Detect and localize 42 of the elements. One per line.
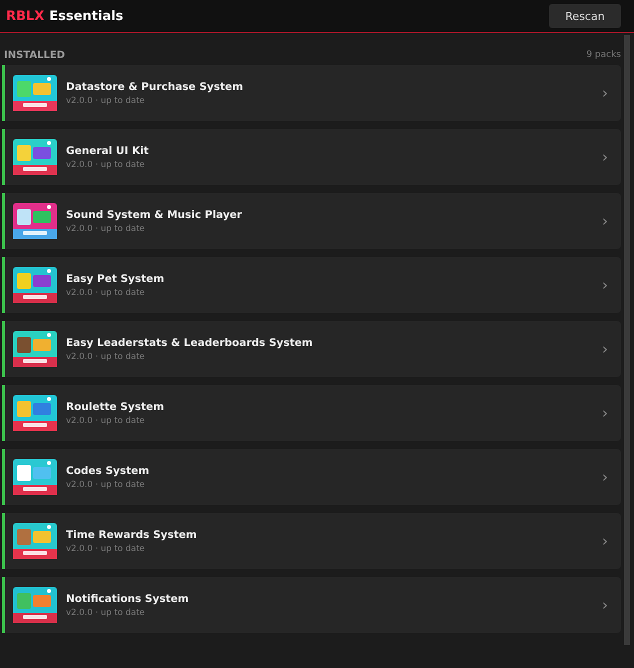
brand-logo: RBLX [6, 8, 44, 24]
pack-item[interactable]: Notifications System v2.0.0 · up to date › [2, 577, 621, 633]
pack-item[interactable]: Easy Leaderstats & Leaderboards System v2.0.0 · up to date › [2, 321, 621, 377]
chevron-icon: › [602, 212, 608, 230]
app-title: Essentials [49, 8, 124, 24]
chevron-icon: › [602, 468, 608, 486]
chevron-icon: › [602, 340, 608, 358]
pack-name: Sound System & Music Player [66, 208, 243, 220]
chevron-icon: › [602, 404, 608, 422]
pack-name: Codes System [66, 464, 150, 476]
pack-item[interactable]: Datastore & Purchase System v2.0.0 · up to date › [2, 65, 621, 121]
scrollbar[interactable] [624, 35, 630, 645]
pack-status: v2.0.0 · up to date [66, 480, 146, 490]
pack-name: Time Rewards System [66, 528, 198, 540]
pack-status: v2.0.0 · up to date [66, 160, 146, 170]
pack-name: Easy Leaderstats & Leaderboards System [66, 336, 314, 348]
pack-name: Roulette System [66, 400, 166, 412]
pack-status: v2.0.0 · up to date [66, 608, 146, 618]
pack-item[interactable]: Codes System v2.0.0 · up to date › [2, 449, 621, 505]
chevron-icon: › [602, 148, 608, 166]
pack-status: v2.0.0 · up to date [66, 96, 146, 106]
pack-name: Datastore & Purchase System [66, 80, 244, 92]
pack-count: 9 packs [586, 50, 621, 61]
chevron-icon: › [602, 84, 608, 102]
pack-item[interactable]: Time Rewards System v2.0.0 · up to date › [2, 513, 621, 569]
chevron-icon: › [602, 532, 608, 550]
section-title: INSTALLED [4, 50, 65, 61]
pack-status: v2.0.0 · up to date [66, 224, 146, 234]
chevron-icon: › [602, 596, 608, 614]
rescan-button[interactable]: Rescan [549, 4, 621, 28]
pack-status: v2.0.0 · up to date [66, 352, 146, 362]
pack-item[interactable]: Easy Pet System v2.0.0 · up to date › [2, 257, 621, 313]
pack-status: v2.0.0 · up to date [66, 288, 146, 298]
pack-item[interactable]: Roulette System v2.0.0 · up to date › [2, 385, 621, 441]
pack-item[interactable]: Sound System & Music Player v2.0.0 · up to date › [2, 193, 621, 249]
pack-name: General UI Kit [66, 144, 150, 156]
pack-name: Easy Pet System [66, 272, 166, 284]
pack-name: Notifications System [66, 592, 190, 604]
pack-status: v2.0.0 · up to date [66, 416, 146, 426]
pack-status: v2.0.0 · up to date [66, 544, 146, 554]
chevron-icon: › [602, 276, 608, 294]
pack-item[interactable]: General UI Kit v2.0.0 · up to date › [2, 129, 621, 185]
